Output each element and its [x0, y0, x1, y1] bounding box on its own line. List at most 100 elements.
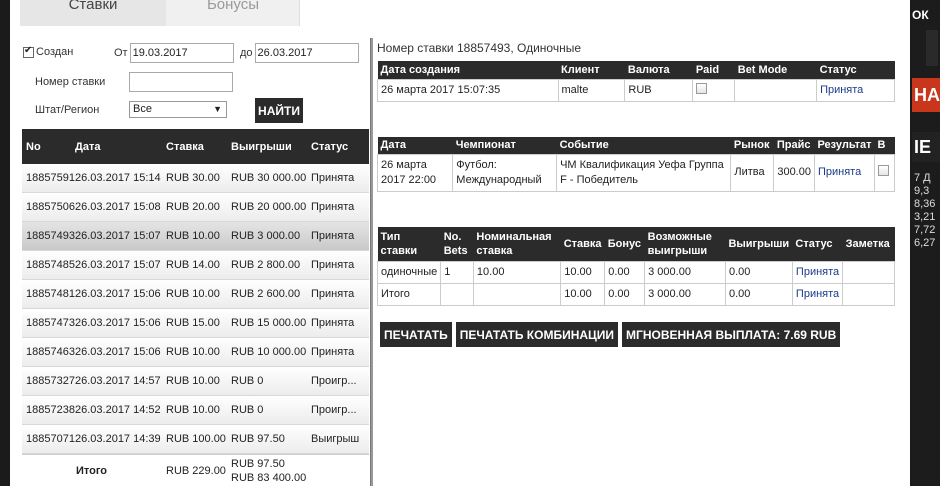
date-to-filter: до: [240, 43, 359, 63]
bet-stake: RUB 20.00: [166, 201, 220, 213]
summary-bets: [440, 282, 474, 306]
search-button[interactable]: НАЙТИ: [255, 98, 303, 123]
summary-status-link[interactable]: Принята: [796, 266, 839, 278]
print-button[interactable]: ПЕЧАТАТЬ: [380, 322, 452, 347]
total-win-2: RUB 83 400.00: [231, 471, 307, 484]
bet-win: RUB 2 800.00: [231, 259, 301, 271]
table-row[interactable]: 18857493 26.03.2017 15:07 RUB 10.00 RUB 3 0…: [22, 222, 369, 251]
date-from-label: От: [114, 47, 128, 59]
background-banner-1: НА: [912, 78, 940, 112]
background-ok-label: ОК: [912, 8, 929, 22]
table-row[interactable]: 18857591 26.03.2017 15:14 RUB 30.00 RUB 30 …: [22, 164, 369, 193]
background-odds-item: 9,3: [914, 185, 930, 197]
date-to-input[interactable]: [254, 43, 359, 63]
status-link[interactable]: Принята: [820, 84, 863, 96]
bet-number-label: Номер ставки: [35, 76, 106, 88]
created-value: 26 марта 2017 15:07:35: [377, 78, 559, 102]
col-header-stake: Ставка: [166, 140, 204, 153]
bet-stake: RUB 10.00: [166, 404, 220, 416]
bet-number-input[interactable]: [129, 72, 233, 92]
table-row[interactable]: 18857463 26.03.2017 15:06 RUB 10.00 RUB 10 …: [22, 338, 369, 367]
summary-stake: 10.00: [560, 282, 606, 306]
bet-no: 18857506: [26, 201, 75, 213]
background-odds-item: 6,27: [914, 237, 936, 249]
bets-total-row: Итого RUB 229.00 RUB 97.50 RUB 83 400.00: [22, 454, 369, 486]
col-header-nominal-2: ставка: [476, 244, 513, 257]
bet-date: 26.03.2017 15:06: [75, 346, 161, 358]
created-filter: Создан: [23, 45, 74, 58]
print-combinations-button[interactable]: ПЕЧАТАТЬ КОМБИНАЦИИ: [455, 322, 619, 347]
detail-action-buttons: ПЕЧАТАТЬ ПЕЧАТАТЬ КОМБИНАЦИИ МГНОВЕННАЯ …: [380, 322, 841, 347]
summary-wins: 0.00: [724, 282, 793, 306]
event-line-2: F - Победитель: [560, 173, 639, 186]
result-link[interactable]: Принята: [818, 166, 861, 178]
bet-event-row: 26 марта 2017 22:00 Футбол: Международны…: [376, 153, 895, 192]
table-row[interactable]: 18857327 26.03.2017 14:57 RUB 10.00 RUB 0 Пр…: [22, 367, 369, 396]
bet-date: 26.03.2017 15:08: [75, 201, 161, 213]
table-row[interactable]: 18857238 26.03.2017 14:52 RUB 10.00 RUB 0 Пр…: [22, 396, 369, 425]
col-header-currency: Валюта: [624, 61, 693, 79]
tab-bets[interactable]: Ставки: [20, 0, 166, 26]
bet-number-filter: Номер ставки: [35, 72, 233, 92]
bet-win: RUB 3 000.00: [231, 230, 301, 242]
col-header-bets: No. Bets: [440, 227, 474, 261]
col-header-type-1: Тип: [380, 230, 401, 243]
col-header-bets-2: Bets: [443, 244, 468, 257]
summary-status-cell: Принята: [791, 282, 844, 306]
col-header-created: Дата создания: [377, 61, 558, 79]
championship-line-2: Международный: [456, 173, 542, 186]
summary-nominal: 10.00: [472, 260, 562, 284]
summary-status-link[interactable]: Принята: [796, 288, 839, 300]
summary-row-total: Итого 10.00 0.00 3 000.00 0.00 Принята: [376, 282, 895, 306]
event-checkbox[interactable]: [878, 164, 890, 176]
bet-win: RUB 15 000.00: [231, 317, 307, 329]
bet-info-table: Дата создания Клиент Валюта Paid Bet Mod…: [377, 61, 895, 102]
bet-status: Принята: [311, 201, 355, 213]
paid-cell: [692, 78, 736, 102]
table-row[interactable]: 18857071 26.03.2017 14:39 RUB 100.00 RUB 97…: [22, 425, 369, 454]
championship-cell: Футбол: Международный: [452, 153, 558, 192]
table-row[interactable]: 18857485 26.03.2017 15:07 RUB 14.00 RUB 2 8…: [22, 251, 369, 280]
summary-stake: 10.00: [560, 260, 606, 284]
table-row[interactable]: 18857473 26.03.2017 15:06 RUB 15.00 RUB 15 …: [22, 309, 369, 338]
col-header-nominal: Номинальная ставка: [473, 227, 561, 261]
bet-no: 18857591: [26, 172, 75, 184]
event-cell: ЧМ Квалификация Уефа Группа F - Победите…: [556, 153, 732, 192]
bet-status: Проигр...: [311, 404, 357, 416]
created-label: Создан: [36, 46, 74, 58]
bet-win: RUB 10 000.00: [231, 346, 307, 358]
bet-date: 26.03.2017 14:39: [75, 433, 161, 445]
summary-wins: 0.00: [724, 260, 793, 284]
created-checkbox[interactable]: [23, 45, 34, 58]
bet-win: RUB 0: [231, 375, 264, 387]
col-header-bonus: Бонус: [604, 227, 645, 261]
region-filter: Штат/Регион Все ▼: [35, 101, 227, 118]
tab-bonuses[interactable]: Бонусы: [166, 0, 300, 26]
paid-checkbox[interactable]: [696, 83, 708, 94]
col-header-status: Статус: [816, 61, 895, 79]
bet-no: 18857238: [26, 404, 75, 416]
summary-bonus: 0.00: [604, 282, 646, 306]
region-select[interactable]: Все ▼: [129, 101, 227, 118]
price-value: 300.00: [773, 153, 815, 192]
table-row[interactable]: 18857481 26.03.2017 15:06 RUB 10.00 RUB 2 6…: [22, 280, 369, 309]
total-win: RUB 97.50 RUB 83 400.00: [231, 457, 311, 485]
bet-no: 18857463: [26, 346, 75, 358]
currency-value: RUB: [624, 78, 694, 102]
col-header-type-2: ставки: [380, 244, 418, 257]
summary-note: [842, 260, 895, 284]
table-row[interactable]: 18857506 26.03.2017 15:08 RUB 20.00 RUB 20 …: [22, 193, 369, 222]
summary-nominal: [472, 282, 562, 306]
instant-payout-button[interactable]: МГНОВЕННАЯ ВЫПЛАТА: 7.69 RUB: [622, 322, 841, 347]
bet-status: Принята: [311, 172, 355, 184]
bet-date: 26.03.2017 15:06: [75, 288, 161, 300]
date-from-input[interactable]: [129, 43, 234, 63]
event-date-cell: 26 марта 2017 22:00: [376, 153, 454, 192]
bet-win: RUB 0: [231, 404, 264, 416]
col-header-possible-2: выигрыши: [647, 244, 708, 257]
background-odds-item: 3,21: [914, 211, 936, 223]
bet-history-modal: Ставки Бонусы Создан От до Номер ставки …: [10, 0, 910, 486]
background-odds-item: 7 Д: [914, 172, 931, 184]
bet-stake: RUB 30.00: [166, 172, 220, 184]
bet-win: RUB 2 600.00: [231, 288, 301, 300]
